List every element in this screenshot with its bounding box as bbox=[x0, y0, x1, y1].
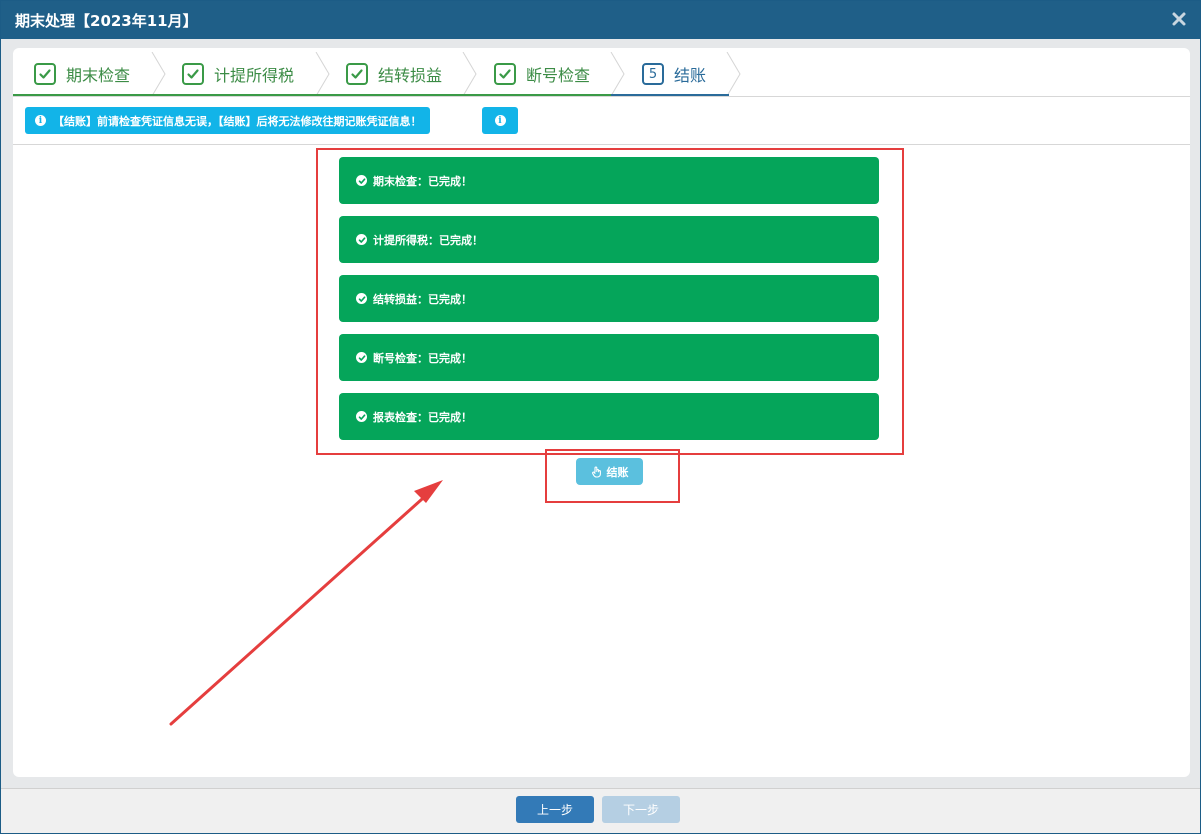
step-wizard: 期末检查 计提所得税 结转损益 断号检查 5 结账 bbox=[13, 48, 1190, 97]
chevron-right-icon bbox=[462, 52, 477, 96]
dialog-title: 期末处理【2023年11月】 bbox=[15, 12, 198, 30]
prev-step-button[interactable]: 上一步 bbox=[516, 796, 594, 823]
next-step-button[interactable]: 下一步 bbox=[602, 796, 680, 823]
step-period-check[interactable]: 期末检查 bbox=[34, 52, 130, 96]
dialog-content: 期末检查 计提所得税 结转损益 断号检查 5 结账 i 【结账】前请检查凭证信息… bbox=[13, 48, 1190, 777]
info-icon: i bbox=[494, 115, 506, 126]
step-progress-active bbox=[611, 94, 729, 96]
dialog-footer: 上一步 下一步 bbox=[1, 788, 1200, 833]
hand-pointer-icon bbox=[591, 466, 603, 478]
step-income-tax[interactable]: 计提所得税 bbox=[182, 52, 294, 96]
step-label: 期末检查 bbox=[66, 66, 131, 85]
dialog: 期末处理【2023年11月】 期末检查 计提所得税 结转损益 断号检查 5 结账… bbox=[0, 0, 1201, 834]
step-carry-forward[interactable]: 结转损益 bbox=[346, 52, 442, 96]
info-button[interactable]: i bbox=[482, 107, 518, 134]
step-label: 结账 bbox=[674, 66, 707, 85]
chevron-right-icon bbox=[610, 52, 625, 96]
check-icon bbox=[494, 63, 516, 85]
step-label: 结转损益 bbox=[378, 66, 443, 85]
check-icon bbox=[346, 63, 368, 85]
step-label: 断号检查 bbox=[526, 66, 591, 85]
settle-notice-text: 【结账】前请检查凭证信息无误，【结账】后将无法修改往期记账凭证信息！ bbox=[53, 114, 422, 128]
step-number: 5 bbox=[642, 63, 664, 85]
settle-notice: i 【结账】前请检查凭证信息无误，【结账】后将无法修改往期记账凭证信息！ bbox=[25, 107, 430, 134]
dialog-titlebar: 期末处理【2023年11月】 bbox=[1, 1, 1200, 39]
chevron-right-icon bbox=[726, 52, 741, 96]
settle-button-label: 结账 bbox=[606, 465, 629, 479]
chevron-right-icon bbox=[151, 52, 166, 96]
step-label: 计提所得税 bbox=[214, 66, 295, 85]
step-number-check[interactable]: 断号检查 bbox=[494, 52, 590, 96]
annotation-box-status bbox=[316, 148, 904, 455]
close-icon[interactable] bbox=[1170, 10, 1188, 28]
step-settle[interactable]: 5 结账 bbox=[642, 52, 706, 96]
info-bar: i 【结账】前请检查凭证信息无误，【结账】后将无法修改往期记账凭证信息！ i bbox=[13, 97, 1190, 145]
check-icon bbox=[182, 63, 204, 85]
chevron-right-icon bbox=[315, 52, 330, 96]
settle-button[interactable]: 结账 bbox=[576, 458, 643, 485]
step-progress-done bbox=[13, 94, 611, 96]
info-icon: i bbox=[35, 115, 46, 126]
check-icon bbox=[34, 63, 56, 85]
